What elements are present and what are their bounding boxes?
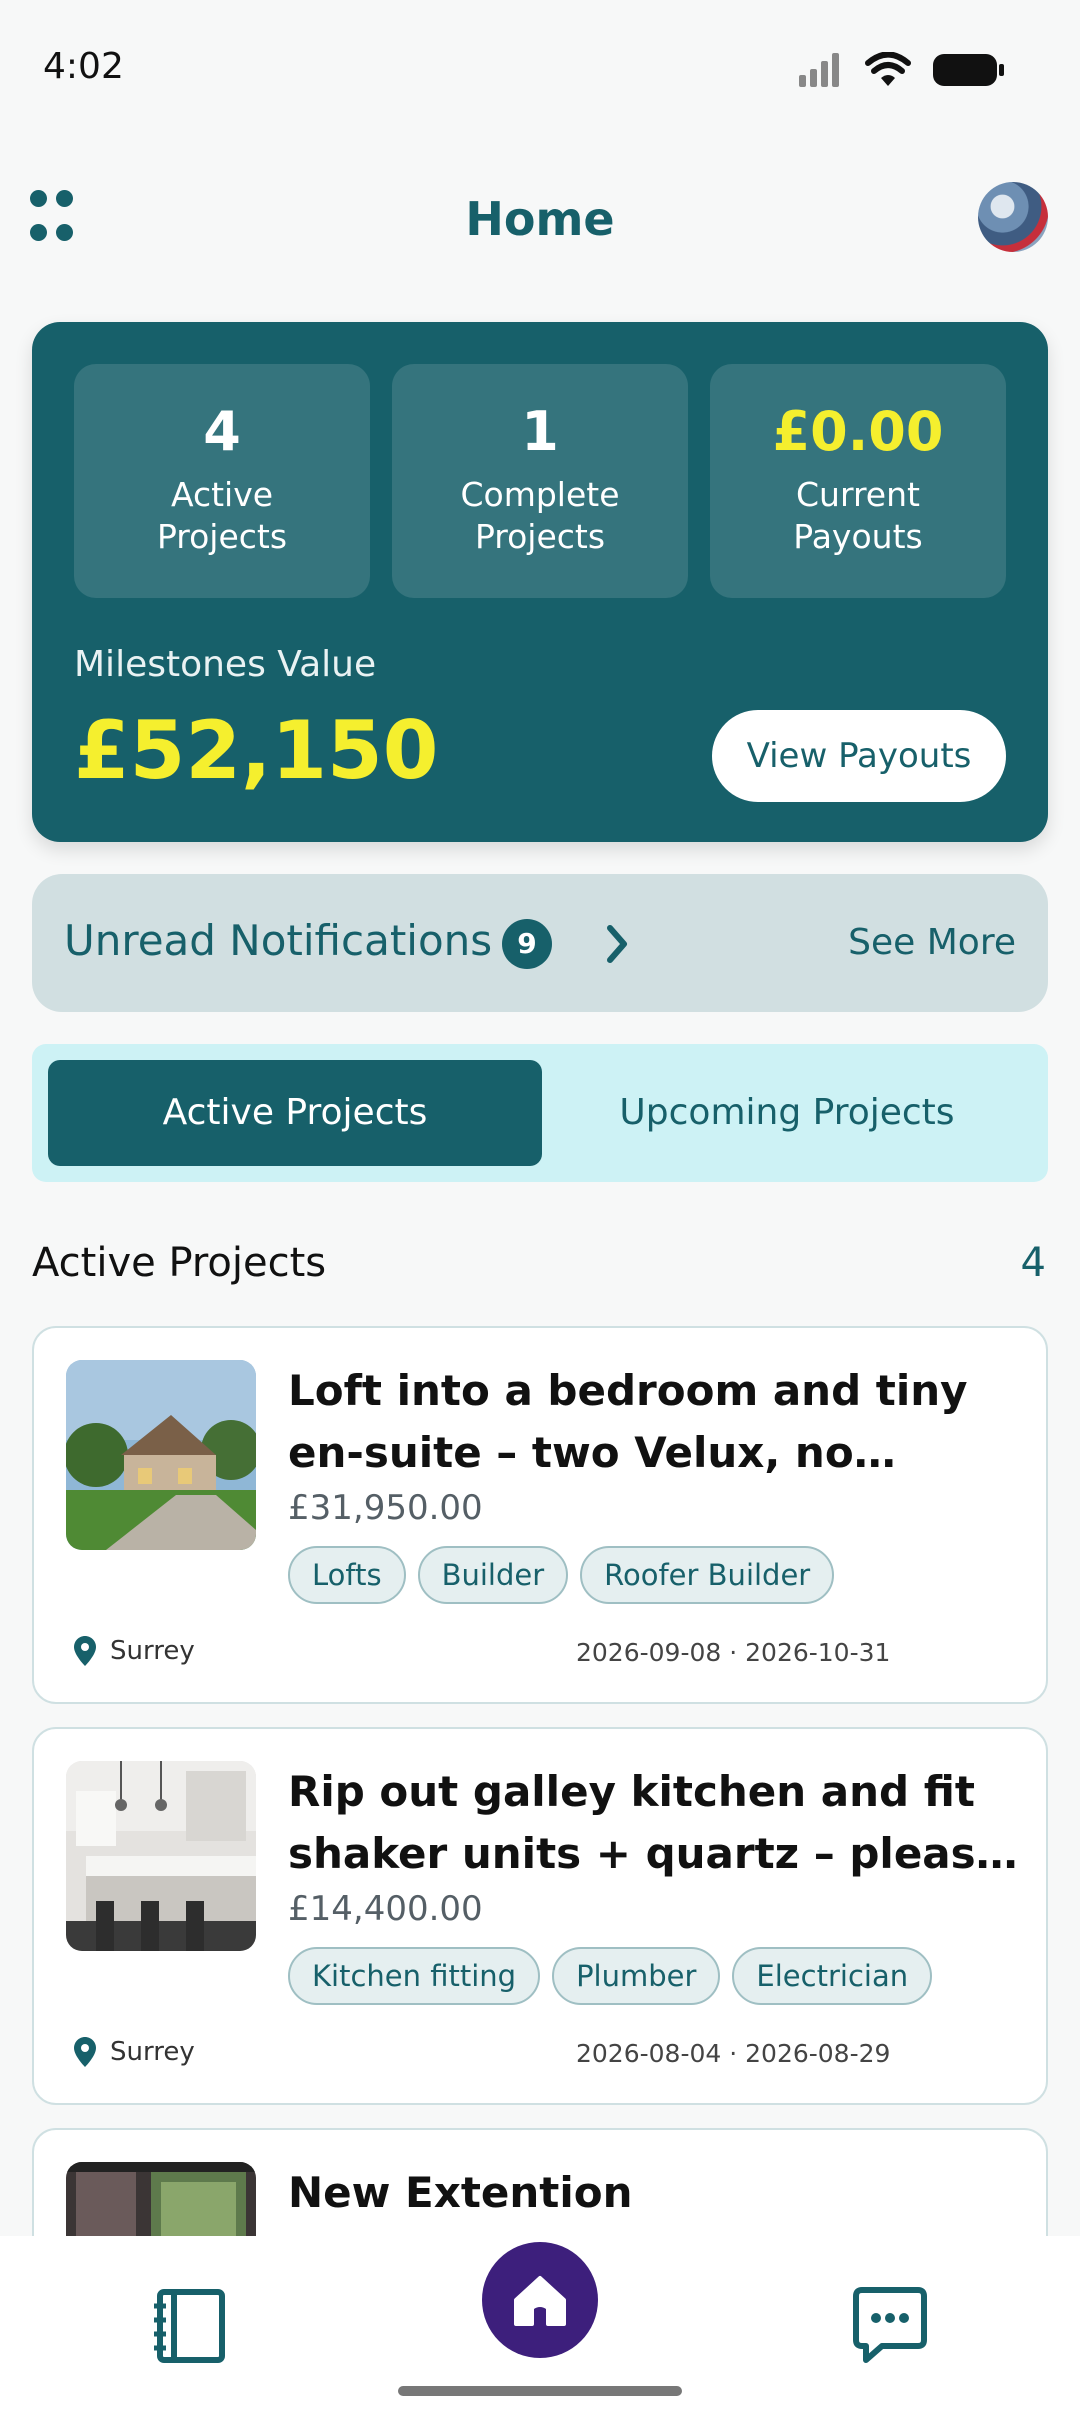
project-thumbnail	[66, 1761, 256, 1951]
project-dates: 2026-08-04 · 2026-08-29	[576, 2039, 891, 2068]
stat-complete-projects: 1 Complete Projects	[392, 364, 688, 598]
stats-card: 4 Active Projects 1 Complete Projects £0…	[32, 322, 1048, 842]
stat-label: Active Projects	[156, 475, 288, 556]
project-title: Loft into a bedroom and tiny en-suite – …	[288, 1366, 968, 1477]
stat-label: Complete Projects	[460, 475, 620, 556]
app-header: Home	[0, 170, 1080, 270]
project-title: New Extention	[288, 2168, 633, 2217]
status-icons	[797, 52, 1005, 88]
project-tabs: Active Projects Upcoming Projects	[32, 1044, 1048, 1182]
stat-value: £0.00	[772, 400, 944, 463]
project-tag: Roofer Builder	[580, 1546, 835, 1604]
section-count: 4	[1020, 1240, 1046, 1286]
location-pin-icon	[74, 2037, 96, 2067]
stat-label: Current Payouts	[793, 475, 923, 556]
project-tag: Plumber	[552, 1947, 721, 2005]
milestones-label: Milestones Value	[74, 644, 377, 685]
project-price: £31,950.00	[288, 1488, 483, 1528]
notifications-label: Unread Notifications	[64, 916, 493, 965]
home-nav-button[interactable]	[482, 2242, 598, 2358]
view-payouts-button[interactable]: View Payouts	[712, 710, 1006, 802]
status-bar: 4:02	[0, 0, 1080, 140]
project-price: £14,400.00	[288, 1889, 483, 1929]
chevron-right-icon	[607, 925, 627, 963]
stat-active-projects: 4 Active Projects	[74, 364, 370, 598]
project-thumbnail	[66, 1360, 256, 1550]
project-tag: Builder	[417, 1546, 569, 1604]
tab-upcoming-projects[interactable]: Upcoming Projects	[540, 1060, 1034, 1166]
project-location: Surrey	[74, 2037, 195, 2067]
tab-active-projects[interactable]: Active Projects	[48, 1060, 542, 1166]
stat-value: 1	[521, 400, 559, 463]
project-title: Rip out galley kitchen and fit shaker un…	[288, 1767, 1005, 1878]
battery-icon	[933, 54, 1004, 86]
wifi-icon	[865, 52, 911, 86]
app-screen: 4:02 Home 4 Active Projects 1 Complete P…	[0, 0, 1080, 2424]
project-location: Surrey	[74, 1636, 195, 1666]
stat-current-payouts: £0.00 Current Payouts	[710, 364, 1006, 598]
section-title: Active Projects	[32, 1240, 327, 1286]
location-pin-icon	[74, 1636, 96, 1666]
notebook-icon[interactable]	[130, 2266, 250, 2386]
project-card[interactable]: Rip out galley kitchen and fit shaker un…	[32, 1727, 1048, 2105]
project-card[interactable]: Loft into a bedroom and tiny en-suite – …	[32, 1326, 1048, 1704]
see-more-link[interactable]: See More	[848, 922, 1016, 963]
avatar[interactable]	[978, 182, 1048, 252]
stat-value: 4	[203, 400, 241, 463]
milestones-value: £52,150	[74, 704, 439, 797]
chat-icon[interactable]	[830, 2266, 950, 2386]
project-tag: Kitchen fitting	[288, 1947, 541, 2005]
project-tags: Kitchen fitting Plumber Electrician	[288, 1947, 933, 2005]
notifications-count-badge: 9	[502, 919, 552, 969]
home-icon	[514, 2276, 566, 2326]
status-time: 4:02	[43, 46, 124, 87]
page-title: Home	[465, 192, 615, 246]
project-location-text: Surrey	[110, 1636, 195, 1666]
signal-icon	[799, 53, 839, 87]
project-tag: Electrician	[732, 1947, 933, 2005]
unread-notifications-bar[interactable]: Unread Notifications 9 See More	[32, 874, 1048, 1012]
project-dates: 2026-09-08 · 2026-10-31	[576, 1638, 891, 1667]
home-indicator	[398, 2386, 682, 2396]
project-tag: Lofts	[288, 1546, 406, 1604]
project-location-text: Surrey	[110, 2037, 195, 2067]
project-tags: Lofts Builder Roofer Builder	[288, 1546, 835, 1604]
